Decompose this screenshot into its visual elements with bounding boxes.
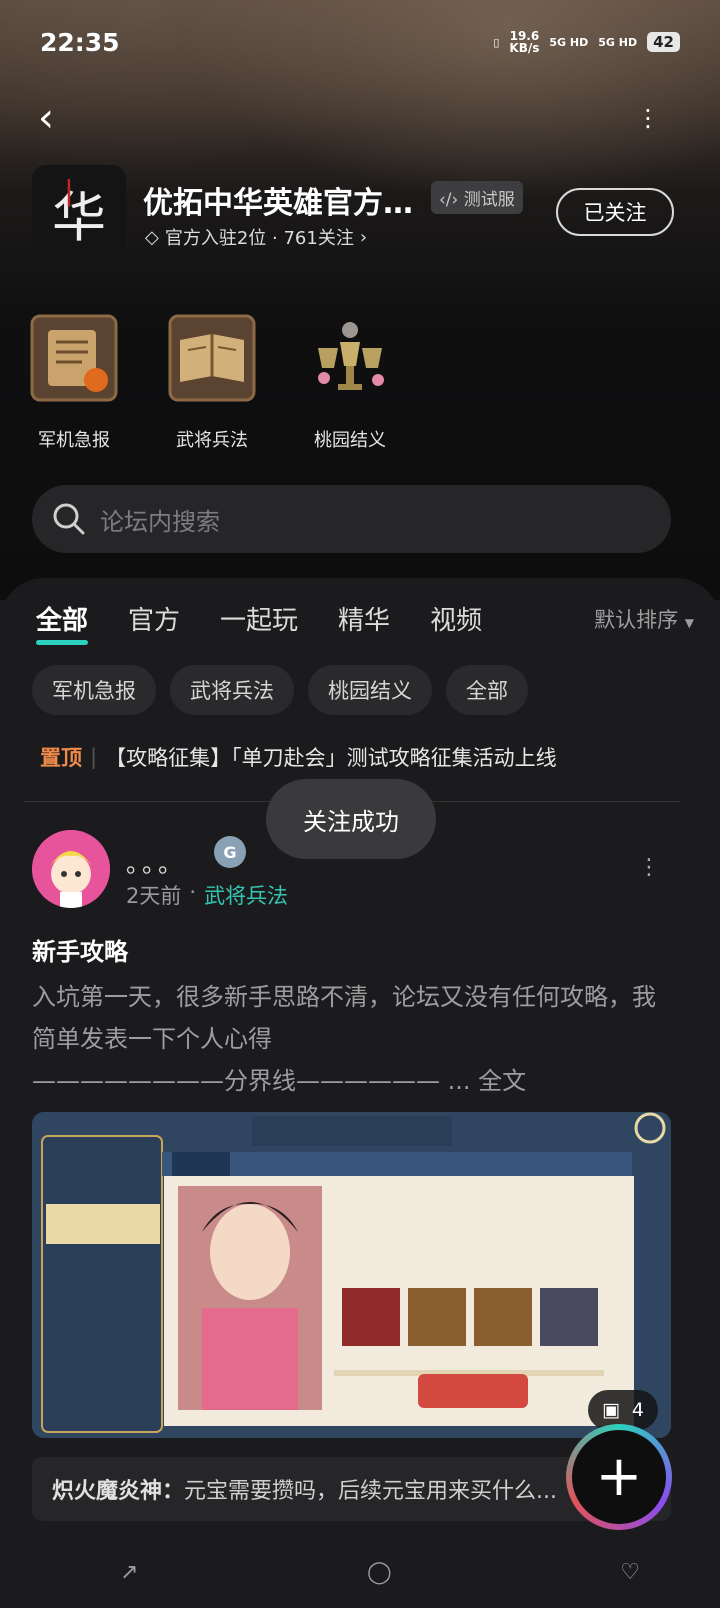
more-icon[interactable]: ⋮ — [636, 104, 660, 132]
tab-official[interactable]: 官方 — [128, 600, 180, 637]
category-shortcut-2[interactable]: 桃园结义 — [302, 312, 398, 452]
search-icon — [53, 503, 85, 535]
post-body[interactable]: 入坑第一天，很多新手思路不清，论坛又没有任何攻略，我简单发表一下个人心得 ———… — [32, 976, 672, 1102]
tab-featured[interactable]: 精华 — [338, 600, 390, 637]
username[interactable]: 。。。 — [126, 844, 186, 879]
book-icon — [168, 314, 256, 402]
plus-icon: + — [572, 1430, 666, 1524]
category-label: 军机急报 — [38, 430, 110, 451]
status-icons: ▯ 19.6 KB/s 5G HD 5G HD 42 — [493, 30, 680, 54]
user-level-icon: G — [214, 836, 246, 868]
sort-dropdown[interactable]: 默认排序 ▼ — [594, 604, 694, 634]
post-more-icon[interactable]: ⋮ — [638, 855, 660, 880]
chip-wujiang[interactable]: 武将兵法 — [170, 665, 294, 715]
test-server-label: 测试服 — [463, 190, 515, 210]
image-count: 4 — [631, 1399, 645, 1421]
follow-button[interactable]: 已关注 — [556, 188, 674, 236]
tab-play-together[interactable]: 一起玩 — [220, 600, 298, 637]
test-server-badge: ‹/› 测试服 — [431, 181, 523, 214]
back-icon[interactable]: ‹ — [38, 98, 54, 138]
post-category-link[interactable]: 武将兵法 — [204, 880, 288, 910]
post-separator: ————————分界线—————— — [32, 1067, 440, 1095]
caret-down-icon: ▼ — [684, 616, 694, 630]
chip-all[interactable]: 全部 — [446, 665, 528, 715]
category-shortcuts: 军机急报 武将兵法 桃园结义 — [26, 312, 398, 452]
scroll-icon — [30, 314, 118, 402]
forum-stats[interactable]: ◇ 官方入驻2位 · 761关注 › — [145, 224, 367, 250]
search-placeholder: 论坛内搜索 — [100, 507, 220, 536]
status-bar: 22:35 ▯ 19.6 KB/s 5G HD 5G HD 42 — [40, 22, 680, 62]
diamond-icon: ◇ — [145, 226, 159, 248]
net-speed: 19.6 KB/s — [509, 30, 539, 54]
read-more-link[interactable]: ... 全文 — [448, 1067, 527, 1095]
logo-mark: ⼁ — [54, 177, 84, 212]
tab-video[interactable]: 视频 — [430, 600, 482, 637]
pinned-tag: 置顶 — [40, 746, 82, 770]
vibrate-icon: ▯ — [493, 35, 500, 49]
post-actions: ↗ ◯ ♡ — [120, 1560, 640, 1585]
comment-text: 元宝需要攒吗，后续元宝用来买什么... — [184, 1479, 557, 1504]
pinned-separator: | — [90, 745, 98, 769]
image-icon: ▣ — [601, 1399, 620, 1421]
forum-stats-text: 官方入驻2位 · 761关注 — [164, 228, 354, 249]
comment-icon[interactable]: ◯ — [367, 1560, 392, 1585]
filter-chips: 军机急报 武将兵法 桃园结义 全部 — [32, 665, 528, 715]
new-post-button[interactable]: + — [566, 1424, 672, 1530]
battery-icon: 42 — [647, 32, 680, 52]
net-speed-unit: KB/s — [509, 41, 540, 55]
signal-icon-2: 5G HD — [598, 35, 638, 49]
share-icon[interactable]: ↗ — [120, 1560, 138, 1585]
post-body-text: 入坑第一天，很多新手思路不清，论坛又没有任何攻略，我简单发表一下个人心得 — [32, 983, 656, 1053]
post-image[interactable] — [32, 1112, 671, 1438]
tab-all[interactable]: 全部 — [36, 600, 89, 645]
pinned-title: 【攻略征集】「单刀赴会」测试攻略征集活动上线 — [105, 746, 557, 770]
forum-logo[interactable]: ⼁ 华 — [32, 165, 126, 259]
sort-label: 默认排序 — [594, 608, 679, 632]
chip-junji[interactable]: 军机急报 — [32, 665, 156, 715]
post-time: 2天前 — [126, 884, 182, 908]
avatar[interactable] — [32, 830, 110, 908]
forum-title: 优拓中华英雄官方… — [143, 186, 413, 221]
chip-taoyuan[interactable]: 桃园结义 — [308, 665, 432, 715]
chevron-right-icon: › — [359, 226, 368, 248]
category-label: 武将兵法 — [176, 430, 248, 451]
like-icon[interactable]: ♡ — [620, 1560, 640, 1585]
meta-dot: · — [189, 880, 197, 904]
post-meta: 2天前 · 武将兵法 — [126, 880, 288, 910]
comment-author: 炽火魔炎神： — [52, 1479, 185, 1504]
category-label: 桃园结义 — [314, 430, 386, 451]
avatar-image — [32, 830, 110, 908]
signal-icon-1: 5G HD — [549, 35, 589, 49]
feed-tabs: 全部 官方 一起玩 精华 视频 — [36, 600, 522, 645]
code-icon: ‹/› — [439, 190, 459, 210]
pinned-post[interactable]: 置顶 | 【攻略征集】「单刀赴会」测试攻略征集活动上线 — [40, 742, 557, 772]
status-time: 22:35 — [40, 27, 120, 57]
search-bar[interactable]: 论坛内搜索 — [32, 485, 671, 553]
category-shortcut-0[interactable]: 军机急报 — [26, 312, 122, 452]
post-title[interactable]: 新手攻略 — [32, 932, 128, 967]
toast-message: 关注成功 — [266, 779, 436, 859]
category-shortcut-1[interactable]: 武将兵法 — [164, 312, 260, 452]
recharge-banner-image — [32, 1112, 671, 1438]
chalice-icon — [318, 322, 384, 390]
